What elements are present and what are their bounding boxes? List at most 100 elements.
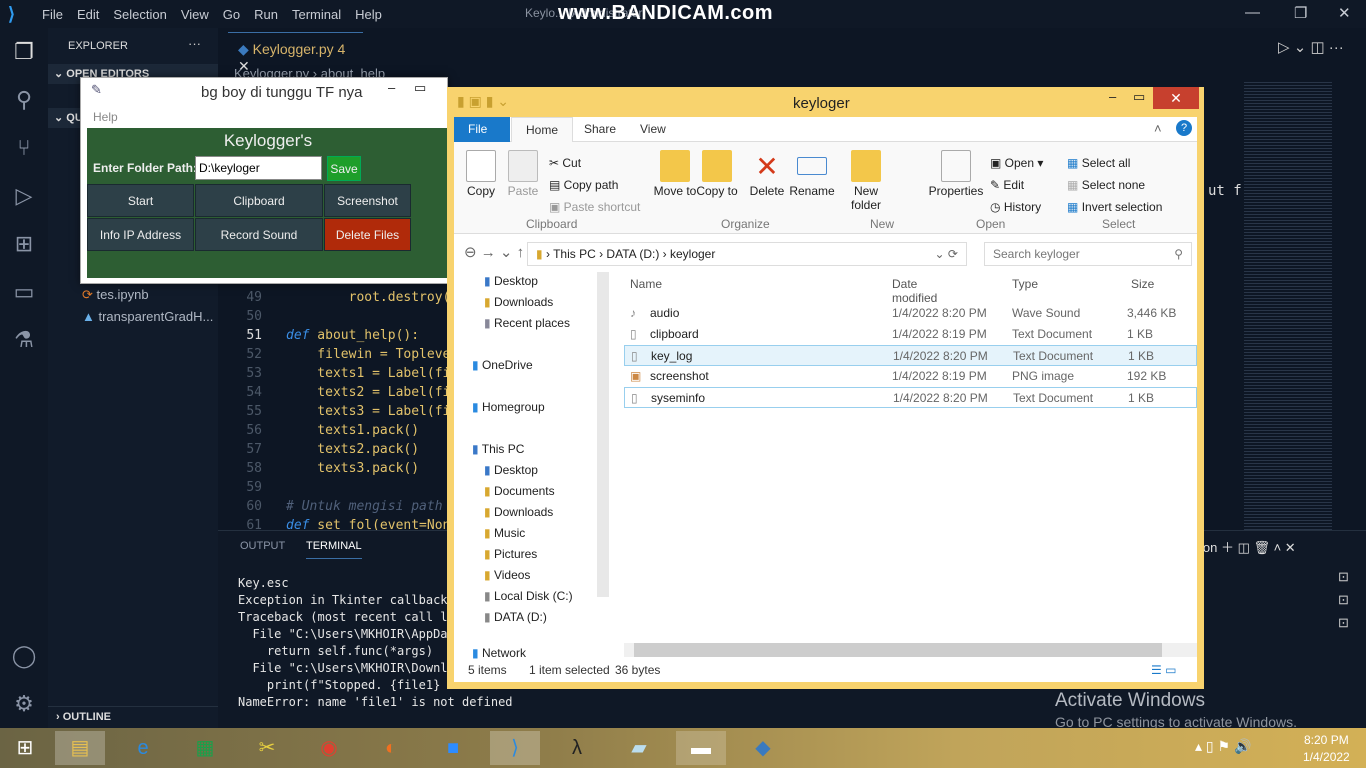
minimap[interactable] [1244,80,1332,530]
code-line[interactable]: # Untuk mengisi path [286,499,443,514]
file-row[interactable]: ▯ key_log 1/4/2022 8:20 PM Text Document 1 K… [624,345,1197,366]
code-line[interactable]: texts3.pack() [286,461,419,476]
search-input[interactable]: Search keyloger ⚲ [984,242,1192,266]
file-row[interactable]: ▯ syseminfo 1/4/2022 8:20 PM Text Document 1… [624,387,1197,408]
col-date[interactable]: Date modified [892,277,937,305]
file-explorer-taskbar-icon[interactable]: ▤ [55,731,105,765]
clipboard-button[interactable]: Clipboard [195,184,323,217]
search-icon[interactable]: ⚲ [0,76,48,124]
python-taskbar-icon[interactable]: ◆ [738,731,788,765]
nav-item[interactable]: ▮ Desktop [484,463,538,477]
nav-item[interactable]: ▮ Desktop [484,274,538,288]
crumb-data[interactable]: DATA (D:) [606,247,659,261]
menu-terminal[interactable]: Terminal [292,7,341,22]
lambda-icon[interactable]: λ [552,731,602,765]
col-name[interactable]: Name [630,277,662,291]
tab-output[interactable]: OUTPUT [240,540,285,552]
explorer-minimize[interactable]: – [1109,89,1116,104]
select-none-button[interactable]: ▦ Select none [1067,178,1145,192]
properties-button[interactable]: Properties [928,150,984,198]
ie-icon[interactable]: e [118,731,168,765]
nav-item[interactable]: ▮ Network [472,646,526,660]
gear-icon[interactable]: ⚙ [0,680,48,728]
col-type[interactable]: Type [1012,277,1038,291]
crumb-this-pc[interactable]: This PC [553,247,596,261]
tk-minimize[interactable]: – [388,80,395,95]
select-all-button[interactable]: ▦ Select all [1067,156,1130,170]
menu-run[interactable]: Run [254,7,278,22]
screenshot-button[interactable]: Screenshot [324,184,411,217]
menu-edit[interactable]: Edit [77,7,99,22]
terminal-name[interactable]: ion ＋ ◫ 🗑 ˄ ✕ [1200,537,1296,556]
edit-button[interactable]: ✎ Edit [990,178,1024,192]
delete-files-button[interactable]: Delete Files [324,218,411,251]
crumb-keyloger[interactable]: keyloger [670,247,715,261]
back-icon[interactable]: ⊖ → ⌄ ↑ [464,243,524,261]
file-item[interactable]: ⟳ tes.ipynb [82,287,149,303]
nav-item[interactable]: ▮ Downloads [484,295,553,309]
menu-go[interactable]: Go [223,7,240,22]
tab-file[interactable]: File [454,117,510,142]
copy-path-button[interactable]: ▤ Copy path [549,178,618,192]
nav-item[interactable]: ▮ This PC [472,442,524,456]
firefox-icon[interactable]: ◐ [366,731,416,765]
code-line[interactable]: texts1 = Label(fi [286,366,450,381]
address-bar[interactable]: ▮ › This PC › DATA (D:) › keyloger ⌄ ⟳ [527,242,967,266]
info-ip-button[interactable]: Info IP Address [87,218,194,251]
cut-button[interactable]: ✂ Cut [549,156,581,170]
nav-item[interactable]: ▮ Documents [484,484,555,498]
nav-scrollbar[interactable] [597,272,609,597]
horizontal-scrollbar[interactable] [624,643,1197,657]
file-row[interactable]: ♪ audio 1/4/2022 8:20 PM Wave Sound 3,446 KB [624,303,1197,324]
file-item[interactable]: ▲ transparentGradH... [82,309,213,324]
nav-item[interactable]: ▮ Local Disk (C:) [484,589,573,603]
nav-item[interactable]: ▮ Homegroup [472,400,545,414]
code-line[interactable]: texts2.pack() [286,442,419,457]
tab-share[interactable]: Share [570,117,630,142]
history-button[interactable]: ◷ History [990,200,1041,214]
code-line[interactable]: def about_help(): [286,328,419,343]
nav-item[interactable]: ▮ Recent places [484,316,570,330]
debug-icon[interactable]: ▷ [0,172,48,220]
menu-help[interactable]: Help [355,7,382,22]
help-icon[interactable]: ? [1176,120,1192,136]
start-button[interactable]: Start [87,184,194,217]
account-icon[interactable]: ◯ [0,632,48,680]
menu-file[interactable]: File [42,7,63,22]
menu-selection[interactable]: Selection [113,7,166,22]
zoom-icon[interactable]: ■ [428,731,478,765]
code-line[interactable]: texts2 = Label(fi [286,385,450,400]
collapse-ribbon-icon[interactable]: ˄ [1154,121,1162,136]
refresh-icon[interactable]: ⌄ ⟳ [935,247,958,261]
scroll-thumb[interactable] [634,643,1162,657]
more-icon[interactable]: ··· [188,36,201,51]
col-size[interactable]: Size [1131,277,1154,291]
remote-explorer-icon[interactable]: ▭ [0,268,48,316]
cmd-icon[interactable]: ▬ [676,731,726,765]
menu-view[interactable]: View [181,7,209,22]
tk-menu-help[interactable]: Help [87,108,447,128]
testing-icon[interactable]: ⚗ [0,316,48,364]
explorer-close[interactable]: ✕ [1153,87,1199,109]
vscode-taskbar-icon[interactable]: ⟩ [490,731,540,765]
tab-home[interactable]: Home [511,117,574,142]
tab-keylogger[interactable]: ◆ Keylogger.py 4 ✕ [228,32,363,74]
explorer-maximize[interactable]: ▭ [1133,89,1145,105]
run-icon[interactable]: ▷ ⌄ ◫ ··· [1278,38,1344,56]
notes-icon[interactable]: ▰ [614,731,664,765]
rename-button[interactable]: Rename [787,150,837,198]
quick-access-icon[interactable]: ▮ ▣ ▮ ⌄ [457,93,509,110]
terminal-list[interactable]: ⊡ ⊡ ⊡ [1338,565,1349,634]
nav-item[interactable]: ▮ Videos [484,568,530,582]
close-button[interactable]: ✕ [1338,4,1351,22]
invert-selection-button[interactable]: ▦ Invert selection [1067,200,1162,214]
nav-item[interactable]: ▮ Pictures [484,547,537,561]
nav-item[interactable]: ▮ Music [484,526,525,540]
path-input[interactable]: D:\keyloger [195,156,322,180]
store-icon[interactable]: ▦ [180,731,230,765]
tab-terminal[interactable]: TERMINAL [306,540,362,559]
clock[interactable]: 8:20 PM 1/4/2022 [1303,733,1350,764]
copy-to-button[interactable]: Copy to [692,150,742,198]
file-row[interactable]: ▣ screenshot 1/4/2022 8:19 PM PNG image 192 … [624,366,1197,387]
nav-item[interactable]: ▮ OneDrive [472,358,533,372]
